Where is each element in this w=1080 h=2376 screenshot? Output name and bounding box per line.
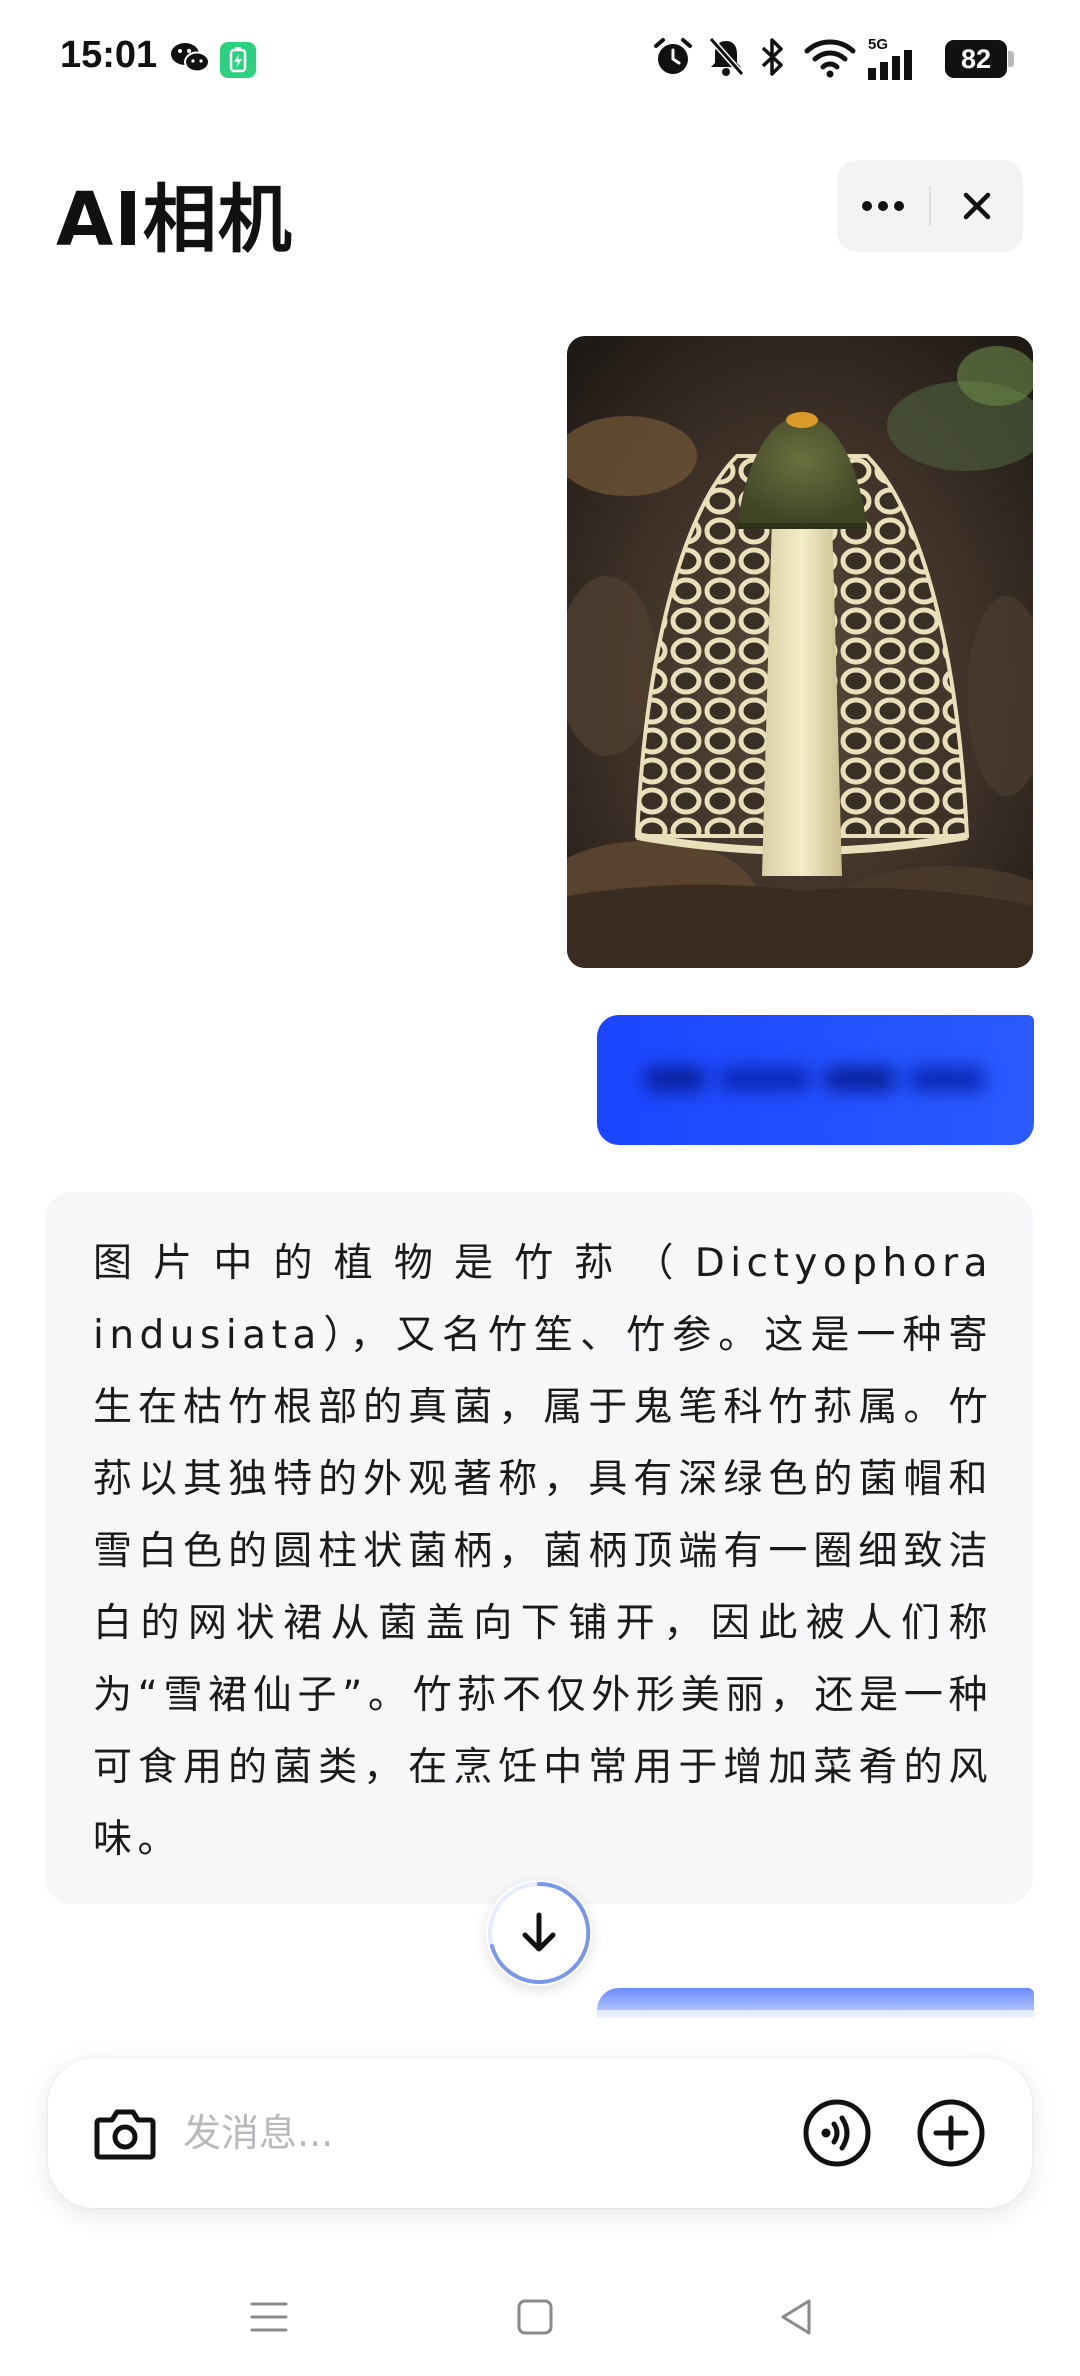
system-nav-bar xyxy=(0,2262,1080,2376)
wifi-icon xyxy=(804,39,856,78)
bluetooth-icon xyxy=(761,38,783,76)
status-bar: 15:01 5G 82 xyxy=(0,0,1080,110)
mini-program-capsule xyxy=(837,160,1023,252)
message-input-bar: 发消息... xyxy=(48,2058,1032,2208)
battery-tip xyxy=(1008,51,1014,67)
user-message-text xyxy=(645,1063,985,1097)
plus-icon[interactable] xyxy=(916,2098,986,2168)
recent-apps-button[interactable] xyxy=(244,2292,294,2342)
signal-icon xyxy=(868,50,912,80)
home-icon xyxy=(517,2299,553,2335)
camera-icon[interactable] xyxy=(92,2100,158,2166)
back-button[interactable] xyxy=(772,2292,822,2342)
arrow-down-icon xyxy=(522,1912,556,1952)
alarm-icon xyxy=(654,38,692,74)
scroll-to-bottom-button[interactable] xyxy=(486,1880,592,1986)
status-time: 15:01 xyxy=(60,34,158,76)
ai-response-text: 图片中的植物是竹荪（Dictyophora indusiata），又名竹笙、竹参… xyxy=(93,1241,993,1862)
more-icon xyxy=(862,201,904,211)
user-message-bubble[interactable] xyxy=(597,1015,1034,1145)
mute-icon xyxy=(708,37,745,76)
mushroom-photo[interactable] xyxy=(567,336,1033,968)
close-button[interactable] xyxy=(931,160,1023,252)
message-input[interactable]: 发消息... xyxy=(183,2106,333,2160)
ai-response-bubble[interactable]: 图片中的植物是竹荪（Dictyophora indusiata），又名竹笙、竹参… xyxy=(45,1192,1033,1904)
battery-level: 82 xyxy=(960,43,992,74)
app-screen: 15:01 5G 82 AI相机 图片中的植物是竹荪（Dictyophora i… xyxy=(0,0,1080,2376)
content-fade xyxy=(0,2010,1080,2050)
voice-icon[interactable] xyxy=(802,2098,872,2168)
more-button[interactable] xyxy=(837,160,929,252)
wechat-icon xyxy=(171,43,210,73)
menu-icon xyxy=(250,2302,288,2332)
back-icon xyxy=(781,2299,811,2335)
photo-image xyxy=(567,336,1033,968)
battery-saver-icon xyxy=(220,42,256,78)
close-icon xyxy=(963,192,991,220)
battery-icon: 82 xyxy=(945,40,1007,78)
page-title: AI相机 xyxy=(56,177,293,263)
home-button[interactable] xyxy=(510,2292,560,2342)
